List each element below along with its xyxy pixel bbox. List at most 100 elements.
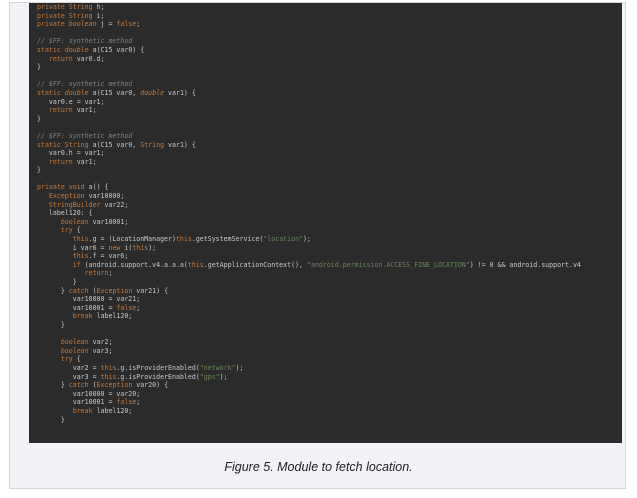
code-token: // $FF: synthetic method — [37, 80, 133, 89]
code-token: String — [64, 140, 89, 149]
code-token: var10000 = var20; — [37, 389, 141, 398]
code-token: static — [37, 45, 65, 54]
code-line: var10001 = false; — [37, 304, 581, 313]
code-token: var1; — [76, 157, 97, 166]
code-token: var0.h = var1; — [37, 149, 105, 158]
figure-frame: private String h; private String i; privat… — [9, 2, 626, 489]
code-token: var3 = — [37, 372, 101, 381]
code-token: "android.permission.ACCESS_FINE_LOCATION… — [306, 260, 470, 269]
code-token: private — [37, 3, 69, 11]
code-token: // $FF: synthetic method — [37, 37, 133, 46]
code-line: } — [37, 416, 581, 425]
code-token: var0.e = var1; — [37, 97, 105, 106]
code-line: boolean var2; — [37, 338, 581, 347]
code-line: static double a(C15 var0, double var1) { — [37, 89, 581, 98]
code-token: double — [140, 88, 165, 97]
code-token: } — [37, 114, 41, 123]
code-token: "network" — [199, 363, 236, 372]
code-listing: private String h; private String i; privat… — [37, 3, 581, 424]
code-token: break — [37, 406, 97, 415]
code-token: break — [37, 312, 97, 321]
code-token: } — [37, 166, 41, 175]
code-token: .f = var6; — [88, 252, 129, 261]
code-line: private String h; — [37, 3, 581, 12]
code-token: this — [100, 372, 117, 381]
code-line: i var6 = new i(this); — [37, 244, 581, 253]
code-line: static double a(C15 var0) { — [37, 46, 581, 55]
code-token: static — [37, 88, 65, 97]
code-token: false — [116, 20, 137, 29]
code-line: boolean var3; — [37, 347, 581, 356]
code-token: catch — [68, 381, 93, 390]
code-token: a() { — [84, 183, 109, 192]
code-token: } — [37, 278, 77, 286]
code-token: ); — [235, 363, 244, 372]
code-token: } — [37, 381, 69, 390]
code-token: private — [37, 11, 69, 20]
code-token: this — [100, 363, 117, 372]
code-token: var20) { — [132, 381, 169, 390]
code-line: this.f = var6; — [37, 252, 581, 261]
code-token: double — [64, 45, 89, 54]
code-token: boolean — [37, 217, 89, 226]
code-token: return — [37, 157, 77, 166]
code-token: a(C15 var0, — [88, 88, 141, 97]
code-token: void — [68, 183, 85, 192]
code-line: // $FF: synthetic method — [37, 80, 581, 89]
code-token: } — [37, 286, 69, 295]
code-line: return var1; — [37, 158, 581, 167]
code-line: } catch (Exception var20) { — [37, 381, 581, 390]
code-token: var10000 = var21; — [37, 295, 141, 304]
code-token: ; — [108, 269, 113, 278]
code-token: i var6 = — [37, 243, 109, 252]
code-token: StringBuilder — [37, 200, 101, 209]
code-line: // $FF: synthetic method — [37, 132, 581, 141]
code-token: return — [37, 54, 77, 63]
code-token: var3; — [88, 346, 113, 355]
code-token: private — [37, 183, 69, 192]
code-line: var10000 = var20; — [37, 390, 581, 399]
code-line: Exception var10000; — [37, 192, 581, 201]
code-token: var22; — [100, 200, 129, 209]
code-line: var10001 = false; — [37, 398, 581, 407]
code-line: var0.e = var1; — [37, 98, 581, 107]
code-token: this — [132, 243, 149, 252]
code-line: private String i; — [37, 12, 581, 21]
code-token: if — [37, 260, 85, 269]
code-token: } — [37, 320, 65, 329]
code-token: j = — [96, 20, 117, 29]
code-token: var21) { — [132, 286, 169, 295]
code-line: } catch (Exception var21) { — [37, 287, 581, 296]
code-token: ; — [136, 398, 141, 407]
code-line: var3 = this.g.isProviderEnabled("gps"); — [37, 373, 581, 382]
code-line: var0.h = var1; — [37, 149, 581, 158]
code-token: var0.d; — [76, 54, 105, 63]
code-line: private void a() { — [37, 183, 581, 192]
code-token: .getApplicationContext(), — [203, 260, 307, 269]
code-token: boolean — [37, 346, 89, 355]
code-token: ; — [136, 20, 141, 29]
code-token: new — [108, 243, 125, 252]
code-token: ; — [136, 303, 141, 312]
code-line: return; — [37, 269, 581, 278]
code-line: } — [37, 278, 581, 287]
code-token: var1) { — [164, 140, 196, 149]
code-token: .getSystemService( — [191, 235, 264, 244]
code-token: "gps" — [199, 372, 220, 381]
code-token: this — [37, 252, 89, 261]
code-token: var10001 = — [37, 303, 117, 312]
code-token: { — [76, 226, 81, 235]
code-line: } — [37, 115, 581, 124]
code-token: String — [140, 140, 165, 149]
code-token: { — [76, 355, 81, 364]
code-token: catch — [68, 286, 93, 295]
code-line: static String a(C15 var0, String var1) { — [37, 141, 581, 150]
code-line: StringBuilder var22; — [37, 201, 581, 210]
code-line: } — [37, 63, 581, 72]
code-line: label120: { — [37, 209, 581, 218]
code-token: i; — [92, 11, 105, 20]
code-line: var10000 = var21; — [37, 295, 581, 304]
